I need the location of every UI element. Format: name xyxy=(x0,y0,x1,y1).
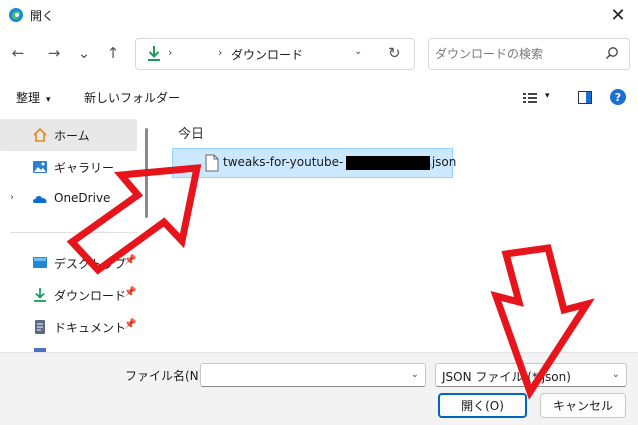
file-item[interactable]: tweaks-for-youtube- .json xyxy=(172,148,457,178)
chevron-down-icon: ⌄ xyxy=(77,44,91,62)
download-folder-icon xyxy=(148,46,160,61)
sidebar-item-home[interactable]: ホーム xyxy=(0,119,137,151)
home-icon xyxy=(33,127,47,142)
filetype-select[interactable]: JSON ファイル (*.json) ⌄ xyxy=(435,363,627,387)
up-arrow-icon: ↑ xyxy=(106,44,120,62)
navigation-bar: ← → ⌄ ↑ › › ダウンロード ⌄ ↻ xyxy=(0,30,638,76)
onedrive-icon xyxy=(33,196,47,203)
sidebar-item-documents[interactable]: ドキュメント 📌 xyxy=(0,311,137,343)
command-bar: 整理 ▾ 新しいフォルダー ▾ ? xyxy=(0,82,638,112)
sidebar-item-label: ギャラリー xyxy=(54,161,115,175)
filename-field[interactable]: ⌄ xyxy=(200,363,426,387)
file-name: tweaks-for-youtube- xyxy=(223,155,344,169)
filename-label: ファイル名(N): xyxy=(125,369,208,383)
help-glyph: ? xyxy=(614,90,622,104)
recent-locations-button[interactable]: ⌄ xyxy=(74,43,94,63)
file-icon xyxy=(205,154,219,172)
close-icon: ✕ xyxy=(610,4,626,26)
sidebar-item-label: デスクトップ xyxy=(54,257,127,271)
dialog-footer: ファイル名(N): ⌄ JSON ファイル (*.json) ⌄ 開く(O) キ… xyxy=(0,352,638,425)
sidebar-item-label: ドキュメント xyxy=(54,321,127,335)
new-folder-button[interactable]: 新しいフォルダー xyxy=(84,89,180,106)
organize-label: 整理 xyxy=(16,91,41,105)
back-button[interactable]: ← xyxy=(8,43,28,63)
pin-icon: 📌 xyxy=(124,287,137,298)
desktop-icon xyxy=(33,257,47,268)
new-folder-label: 新しいフォルダー xyxy=(84,91,181,105)
refresh-icon[interactable]: ↻ xyxy=(388,44,401,62)
open-button-label: 開く(O) xyxy=(461,399,504,413)
edge-app-icon xyxy=(9,8,23,22)
pin-icon: 📌 xyxy=(124,319,137,330)
address-chevron-icon[interactable]: › xyxy=(168,46,172,59)
chevron-down-icon[interactable]: ⌄ xyxy=(612,369,620,380)
organize-dropdown-icon: ▾ xyxy=(46,95,51,105)
forward-button[interactable]: → xyxy=(44,43,64,63)
expand-chevron-icon[interactable]: › xyxy=(10,192,14,203)
sidebar-item-label: ダウンロード xyxy=(54,289,127,303)
preview-pane-icon[interactable] xyxy=(578,91,592,104)
title-bar: 開く ✕ xyxy=(0,0,638,30)
sidebar-item-downloads[interactable]: ダウンロード 📌 xyxy=(0,279,137,311)
address-dropdown-icon[interactable]: ⌄ xyxy=(354,46,362,57)
breadcrumb-chevron-icon[interactable]: › xyxy=(218,46,222,59)
file-list: 今日 tweaks-for-youtube- .json xyxy=(160,117,638,352)
chevron-down-icon[interactable]: ⌄ xyxy=(411,369,419,380)
sidebar-item-desktop[interactable]: デスクトップ 📌 xyxy=(0,247,137,279)
address-bar[interactable]: › › ダウンロード ⌄ ↻ xyxy=(135,38,415,70)
sidebar-item-label: ホーム xyxy=(54,129,90,143)
redaction-bar xyxy=(346,156,430,170)
window-title: 開く xyxy=(30,9,55,23)
group-header-today: 今日 xyxy=(178,127,205,142)
download-icon xyxy=(34,288,46,302)
forward-arrow-icon: → xyxy=(47,44,61,62)
search-box[interactable] xyxy=(428,38,630,70)
cancel-button-label: キャンセル xyxy=(552,399,613,413)
sidebar-item-gallery[interactable]: ギャラリー xyxy=(0,151,137,183)
sidebar-divider xyxy=(10,232,138,233)
organize-button[interactable]: 整理 ▾ xyxy=(16,89,51,106)
view-dropdown-icon[interactable]: ▾ xyxy=(545,91,550,101)
gallery-icon xyxy=(33,161,47,173)
filetype-value: JSON ファイル (*.json) xyxy=(442,370,571,384)
search-icon[interactable] xyxy=(605,46,619,60)
sidebar-item-onedrive[interactable]: › OneDrive xyxy=(0,183,137,215)
document-icon xyxy=(35,320,45,334)
breadcrumb-downloads[interactable]: ダウンロード xyxy=(231,46,303,63)
sidebar-scrollbar[interactable] xyxy=(145,128,148,218)
search-input[interactable] xyxy=(435,44,595,64)
back-arrow-icon: ← xyxy=(11,44,25,62)
up-button[interactable]: ↑ xyxy=(103,43,123,63)
pin-icon: 📌 xyxy=(124,255,137,266)
view-options-icon[interactable] xyxy=(523,92,537,104)
cancel-button[interactable]: キャンセル xyxy=(540,393,626,418)
help-icon[interactable]: ? xyxy=(610,89,626,105)
navigation-pane: ホーム ギャラリー › OneDrive デスクトップ 📌 ダウンロード 📌 ド… xyxy=(0,117,140,352)
open-button[interactable]: 開く(O) xyxy=(438,393,527,418)
close-button[interactable]: ✕ xyxy=(598,0,638,30)
sidebar-item-label: OneDrive xyxy=(54,191,111,205)
file-extension: .json xyxy=(428,155,457,169)
